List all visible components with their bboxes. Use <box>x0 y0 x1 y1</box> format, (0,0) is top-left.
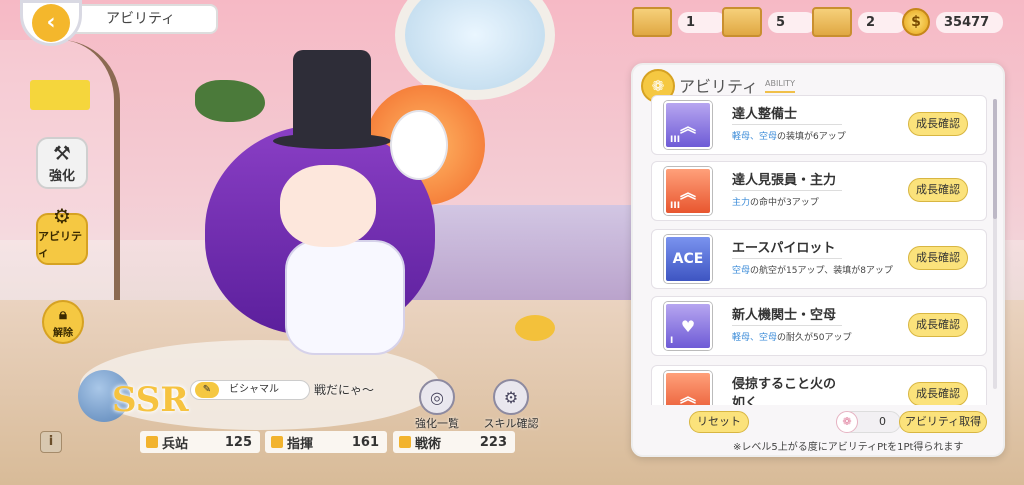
character-name: ビシャマル <box>229 384 279 395</box>
coin-icon: $ <box>902 8 930 36</box>
page-title: アビリティ <box>60 4 218 34</box>
box-icon <box>722 7 762 37</box>
bunny-companion <box>390 110 448 180</box>
enhance-label: 強化 <box>48 169 75 184</box>
scroll-thumb[interactable] <box>993 99 997 219</box>
book-icon <box>399 436 411 448</box>
scrollbar[interactable] <box>993 99 997 389</box>
lock-icon: 🔒︎ <box>59 305 67 323</box>
gear-icon: ⚙ <box>493 379 529 415</box>
ability-list[interactable]: ︽ III 達人整備士 軽母、空母の装填が6アップ 成長確認 ︽ III 達人見張員… <box>651 95 987 405</box>
stat-tactics: 戦術 223 <box>393 431 515 453</box>
stat-label: 戦術 <box>415 436 442 452</box>
resource-count: 5 <box>768 11 816 33</box>
ability-name: エースパイロット <box>732 237 842 259</box>
gear-paw-icon: ⚙ <box>53 204 71 228</box>
gold-box-icon <box>632 7 672 37</box>
plane-figure <box>195 80 265 122</box>
growth-check-button[interactable]: 成長確認 <box>908 246 968 270</box>
acquire-ability-button[interactable]: アビリティ取得 <box>899 411 987 433</box>
back-arrow-icon: ‹ <box>32 4 70 42</box>
skill-check-button[interactable]: ⚙ スキル確認 <box>476 379 546 431</box>
character-name-box[interactable]: ✎ ビシャマル <box>190 380 310 400</box>
yellow-box <box>30 80 90 110</box>
growth-check-button[interactable]: 成長確認 <box>908 382 968 405</box>
catchphrase: 戦だにゃ～ <box>314 383 375 397</box>
panel-subtitle: ABILITY <box>765 79 795 93</box>
cushion <box>515 315 555 341</box>
reset-button[interactable]: リセット <box>689 411 749 433</box>
rarity-label: SSR <box>112 380 189 420</box>
ability-description: 空母の航空が15アップ、装填が8アップ <box>732 266 893 276</box>
growth-check-button[interactable]: 成長確認 <box>908 178 968 202</box>
chevron-up-icon: ︽ III <box>664 101 712 149</box>
top-hat <box>293 50 371 140</box>
chevron-up-icon: ︽ III <box>664 167 712 215</box>
ability-name: 達人見張員・主力 <box>732 169 842 191</box>
footnote: ※レベル5上がる度にアビリティPtを1Pt得られます <box>733 442 964 453</box>
stat-value: 223 <box>479 434 507 450</box>
target-icon: ◎ <box>419 379 455 415</box>
ability-label: アビリティ <box>38 230 82 259</box>
character-illustration <box>175 50 485 360</box>
logistics-icon <box>146 436 158 448</box>
ability-description: 軽母、空母の耐久が50アップ <box>732 333 852 343</box>
points-value: 0 <box>879 415 886 428</box>
enhance-button[interactable]: ⚒ 強化 <box>36 137 88 189</box>
stat-value: 161 <box>351 434 379 450</box>
resource-count: 2 <box>858 11 906 33</box>
enhance-list-button[interactable]: ◎ 強化一覧 <box>402 379 472 431</box>
heart-icon: ♥ I <box>664 302 712 350</box>
coin-count: 35477 <box>936 11 1004 33</box>
enhance-list-label: 強化一覧 <box>415 417 459 430</box>
resource-count: 1 <box>678 11 726 33</box>
stat-logistics: 兵站 125 <box>140 431 260 453</box>
resource-coin: $ 35477 <box>902 6 1004 38</box>
character-body <box>285 240 405 355</box>
ability-panel: ❁ アビリティ ABILITY ︽ III 達人整備士 軽母、空母の装填が6アップ… <box>631 63 1005 457</box>
ability-button[interactable]: ⚙ アビリティ <box>36 206 88 265</box>
flag-icon <box>271 436 283 448</box>
ability-name: 新人機関士・空母 <box>732 304 842 326</box>
ability-card: ♥ I 新人機関士・空母 軽母、空母の耐久が50アップ 成長確認 <box>651 296 987 356</box>
resource-box-hat: 2 <box>812 6 906 38</box>
pencil-icon: ✎ <box>195 382 219 398</box>
ability-card: ︽ 侵掠すること火の如く 成長確認 <box>651 365 987 405</box>
stat-label: 指揮 <box>287 436 314 452</box>
resource-box-gold: 1 <box>632 6 726 38</box>
wrench-icon: ⚒ <box>53 141 71 165</box>
chevron-up-icon: ︽ <box>664 371 712 405</box>
ability-description: 主力の命中が3アップ <box>732 198 819 208</box>
stat-command: 指揮 161 <box>265 431 387 453</box>
release-button[interactable]: 🔒︎ 解除 <box>42 300 84 344</box>
ability-card: ︽ III 達人整備士 軽母、空母の装填が6アップ 成長確認 <box>651 95 987 155</box>
stat-value: 125 <box>224 434 252 450</box>
info-button[interactable]: i <box>40 431 62 453</box>
growth-check-button[interactable]: 成長確認 <box>908 112 968 136</box>
ability-description: 軽母、空母の装填が6アップ <box>732 132 846 142</box>
hat-box-icon <box>812 7 852 37</box>
character-face <box>280 165 376 247</box>
ability-points: ❁ 0 <box>836 411 901 433</box>
ability-name: 侵掠すること火の如く <box>732 373 842 405</box>
growth-check-button[interactable]: 成長確認 <box>908 313 968 337</box>
ability-card: ︽ III 達人見張員・主力 主力の命中が3アップ 成長確認 <box>651 161 987 221</box>
paw-point-icon: ❁ <box>836 411 858 433</box>
resource-box-silver: 5 <box>722 6 816 38</box>
ability-name: 達人整備士 <box>732 103 842 125</box>
stat-label: 兵站 <box>162 436 189 452</box>
ability-card: ACE エースパイロット 空母の航空が15アップ、装填が8アップ 成長確認 <box>651 229 987 289</box>
skill-check-label: スキル確認 <box>483 417 539 430</box>
release-label: 解除 <box>53 328 73 339</box>
ace-icon: ACE <box>664 235 712 283</box>
